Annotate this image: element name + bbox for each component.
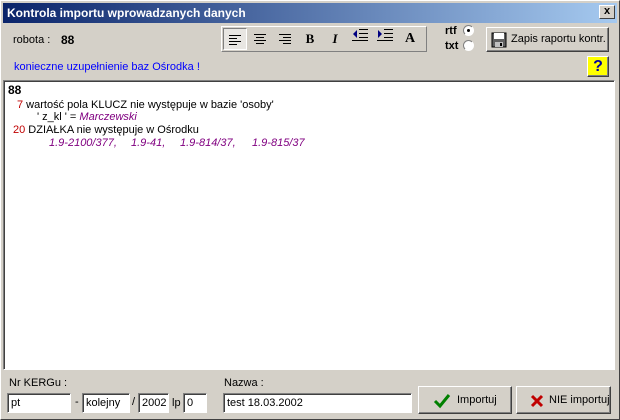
kerg-slash: /: [132, 396, 136, 408]
nazwa-label: Nazwa :: [224, 377, 264, 389]
align-right-icon: [279, 32, 291, 46]
report-entry-2: 20 DZIAŁKA nie występuje w Ośrodku: [13, 124, 199, 136]
font-button[interactable]: A: [398, 28, 422, 50]
lp-label: lp: [172, 397, 181, 409]
entry-2-text: DZIAŁKA nie występuje w Ośrodku: [25, 124, 199, 136]
close-button[interactable]: x: [599, 5, 615, 19]
parcel-item: 1.9-2100/377,: [49, 137, 117, 149]
save-report-label: Zapis raportu kontr.: [511, 33, 606, 45]
align-center-icon: [254, 32, 266, 46]
import-label: Importuj: [457, 394, 497, 406]
entry-1-detail-value: Marczewski: [79, 111, 137, 123]
txt-radio[interactable]: [463, 40, 474, 51]
no-import-button[interactable]: NIE importuj: [516, 386, 611, 414]
indent-button[interactable]: [373, 28, 397, 50]
outdent-button[interactable]: [348, 28, 372, 50]
align-left-icon: [229, 33, 241, 47]
report-content[interactable]: 88 7 wartość pola KLUCZ nie występuje w …: [3, 80, 615, 370]
parcel-item: 1.9-814/37,: [180, 137, 236, 149]
outdent-icon: [352, 29, 368, 41]
entry-2-number: 20: [13, 124, 26, 136]
align-right-button[interactable]: [273, 28, 297, 50]
italic-button[interactable]: I: [323, 28, 347, 50]
kerg-kolejny-field[interactable]: kolejny: [82, 393, 130, 413]
rtf-label: rtf: [445, 25, 457, 37]
bold-button[interactable]: B: [298, 28, 322, 50]
rtf-radio[interactable]: [463, 25, 474, 36]
kerg-prefix-field[interactable]: pt: [7, 393, 71, 413]
entry-1-detail-prefix: ' z_kl ' =: [37, 111, 80, 123]
save-report-button[interactable]: Zapis raportu kontr.: [486, 27, 609, 52]
checkmark-icon: [433, 394, 451, 409]
floppy-disk-icon: [491, 32, 507, 48]
help-button[interactable]: ?: [587, 56, 609, 77]
lp-field[interactable]: 0: [183, 393, 207, 413]
report-entry-1: 7 wartość pola KLUCZ nie występuje w baz…: [17, 99, 274, 111]
txt-label: txt: [445, 40, 459, 52]
parcel-item: 1.9-815/37: [252, 137, 305, 149]
import-button[interactable]: Importuj: [418, 386, 512, 414]
info-message: konieczne uzupełnienie baz Ośrodka !: [14, 61, 200, 73]
window-title: Kontrola importu wprowadzanych danych: [7, 6, 246, 20]
kerg-label: Nr KERGu :: [9, 377, 68, 389]
help-icon: ?: [593, 58, 603, 75]
title-bar[interactable]: Kontrola importu wprowadzanych danych x: [3, 3, 617, 23]
indent-icon: [377, 29, 393, 41]
report-entry-1-detail: ' z_kl ' = Marczewski: [37, 111, 137, 123]
report-heading: 88: [8, 83, 22, 97]
nazwa-field[interactable]: test 18.03.2002: [223, 393, 412, 413]
entry-1-text: wartość pola KLUCZ nie występuje w bazie…: [23, 99, 274, 111]
x-mark-icon: [530, 394, 544, 408]
kerg-dash: -: [75, 396, 79, 408]
format-toolbar: B I A: [221, 26, 427, 52]
align-left-button[interactable]: [223, 28, 247, 50]
no-import-label: NIE importuj: [549, 394, 610, 406]
kerg-year-field[interactable]: 2002: [138, 393, 169, 413]
align-center-button[interactable]: [248, 28, 272, 50]
robota-value: 88: [61, 33, 75, 47]
parcel-item: 1.9-41,: [131, 137, 166, 149]
robota-label: robota :: [13, 34, 51, 46]
